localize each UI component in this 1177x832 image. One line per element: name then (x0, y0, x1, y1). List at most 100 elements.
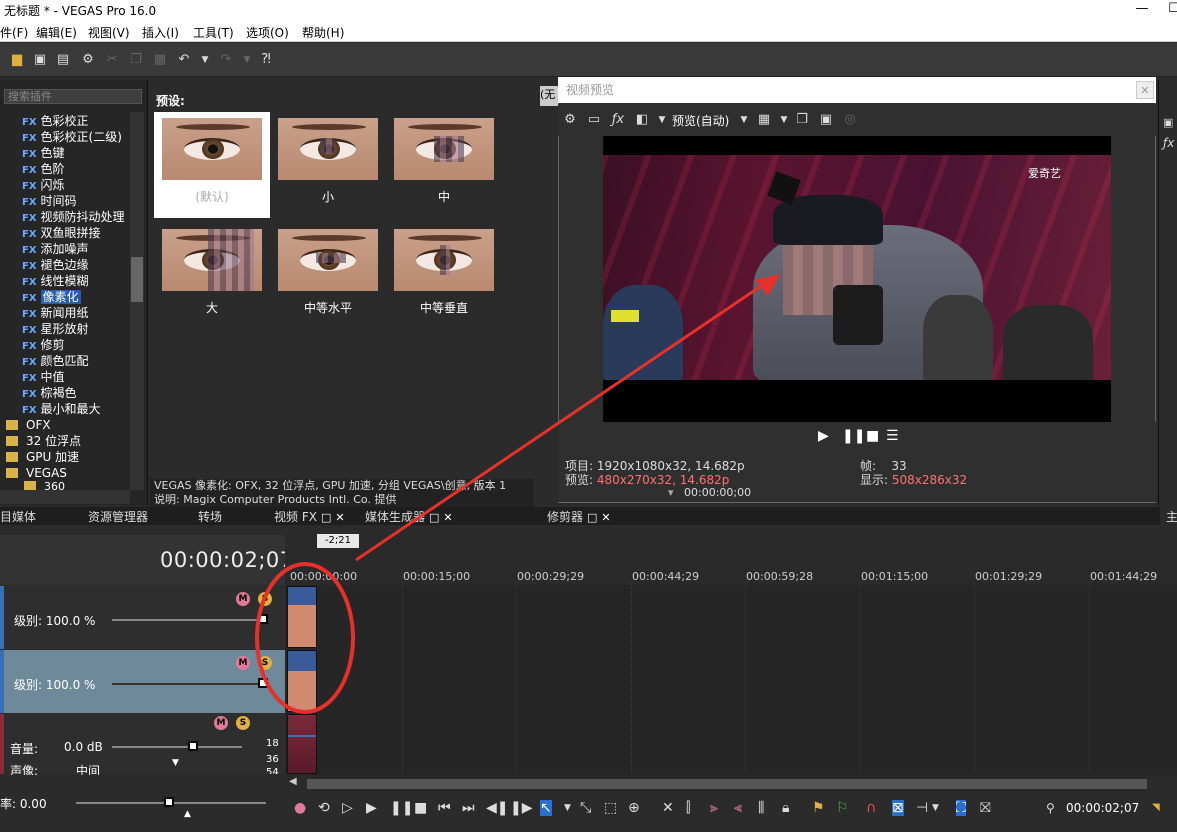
fx-item[interactable]: FX 修剪 (22, 337, 65, 353)
chevron-down-icon[interactable]: ▼ (736, 112, 752, 128)
chevron-down-icon[interactable]: ▼ (564, 800, 571, 816)
mute-icon[interactable]: M (236, 592, 250, 606)
cut-icon[interactable]: ✂ (104, 52, 120, 68)
tracks-area[interactable] (285, 585, 1177, 775)
undo-icon[interactable]: ↶ (176, 52, 192, 68)
play-icon[interactable]: ▶ (366, 800, 377, 816)
tab-master[interactable]: 主 (1166, 508, 1177, 525)
tab-explorer[interactable]: 资源管理器 (88, 508, 148, 525)
video-fx-icon[interactable]: ƒx (610, 112, 626, 128)
overlays-grid-icon[interactable]: ▦ (756, 112, 772, 128)
fx-item[interactable]: FX 双鱼眼拼接 (22, 225, 101, 241)
volume-slider-knob[interactable] (188, 741, 198, 751)
pause-icon[interactable]: ❚❚ (842, 428, 865, 444)
pan-slider-knob[interactable]: ▼ (172, 758, 179, 768)
mute-icon[interactable]: M (214, 716, 228, 730)
lock-icon[interactable]: 🔒︎ (782, 800, 789, 816)
preview-dock-tab[interactable]: (无 (540, 86, 560, 106)
fx-item-pixelate-selected[interactable]: FX 像素化 (22, 289, 81, 305)
audio-clip[interactable] (287, 714, 317, 774)
audio-track-header[interactable]: M S 音量: 0.0 dB 声像: 中间 ▼ 18 36 54 (0, 714, 285, 778)
tab-project-media[interactable]: 目媒体 (0, 508, 36, 525)
redo-dropdown-icon[interactable]: ▼ (239, 52, 255, 68)
save-icon[interactable]: ▣ (32, 52, 48, 68)
preset-default[interactable]: (默认) (154, 112, 270, 218)
fx-item[interactable]: FX 中值 (22, 369, 65, 385)
chevron-down-icon[interactable]: ▼ (932, 800, 939, 816)
level-slider[interactable] (112, 683, 262, 685)
menu-help[interactable]: 帮助(H) (302, 24, 344, 41)
undo-dropdown-icon[interactable]: ▼ (197, 52, 213, 68)
undock-icon[interactable]: □ (321, 511, 331, 524)
record-icon[interactable]: ● (294, 800, 306, 816)
play-from-start-icon[interactable]: ▷ (342, 800, 353, 816)
plugin-search-input[interactable]: 搜索插件 (4, 89, 142, 104)
redo-icon[interactable]: ↷ (218, 52, 234, 68)
close-icon[interactable]: ✕ (335, 511, 344, 524)
menu-file[interactable]: 件(F) (0, 24, 28, 41)
timeline-scroll-thumb[interactable] (307, 779, 1147, 789)
selection-tool-icon[interactable]: ⬚ (604, 800, 617, 816)
menu-insert[interactable]: 插入(I) (142, 24, 179, 41)
tab-video-fx[interactable]: 视频 FX □ ✕ (274, 508, 345, 525)
video-track-2-header[interactable]: M S 级别: 100.0 % (0, 650, 285, 713)
fx-item[interactable]: FX 闪烁 (22, 177, 65, 193)
mute-icon[interactable]: M (236, 656, 250, 670)
preset-large[interactable]: 大 (154, 223, 270, 329)
video-fx-icon[interactable]: ƒx (1163, 136, 1174, 150)
stop-icon[interactable]: ■ (866, 428, 879, 444)
preview-close-button[interactable]: ✕ (1136, 81, 1154, 99)
folder-vegas[interactable]: VEGAS (6, 465, 67, 481)
split-icon[interactable]: ⫼ (758, 800, 764, 816)
menu-icon[interactable]: ☰ (886, 428, 899, 444)
preview-quality-select[interactable]: 预览(自动) (672, 112, 729, 129)
zoom-tool-icon[interactable]: ⊕ (628, 800, 640, 816)
scroll-left-icon[interactable]: ◀ (289, 776, 297, 787)
fx-list-scroll-thumb[interactable] (131, 257, 143, 302)
fx-item[interactable]: FX 色键 (22, 145, 65, 161)
go-to-start-icon[interactable]: ⏮ (438, 800, 451, 816)
loop-icon[interactable]: ⟲ (318, 800, 330, 816)
fx-item[interactable]: FX 色彩校正(二级) (22, 129, 122, 145)
split-screen-icon[interactable]: ◧ (634, 112, 650, 128)
solo-icon[interactable]: S (236, 716, 250, 730)
panel-icon[interactable]: ▣ (1163, 116, 1173, 129)
delete-icon[interactable]: ✕ (662, 800, 674, 816)
save-snapshot-icon[interactable]: ▣ (818, 112, 834, 128)
stop-icon[interactable]: ■ (414, 800, 427, 816)
rate-slider-knob[interactable] (164, 797, 174, 807)
fx-item[interactable]: FX 色阶 (22, 161, 65, 177)
copy-icon[interactable]: ❐ (128, 52, 144, 68)
folder-gpu[interactable]: GPU 加速 (6, 449, 79, 465)
minimize-button[interactable]: — (1126, 0, 1158, 20)
prev-frame-icon[interactable]: ◀❚ (486, 800, 509, 816)
trim-end-icon[interactable]: ⫷ (734, 800, 742, 816)
timeline-hscrollbar[interactable]: ◀ (285, 775, 1177, 793)
copy-snapshot-icon[interactable]: ❐ (794, 112, 810, 128)
play-icon[interactable]: ▶ (818, 428, 829, 444)
open-folder-icon[interactable]: ▆ (9, 52, 25, 68)
maximize-button[interactable]: ☐ (1158, 0, 1177, 20)
preview-settings-icon[interactable]: ⚙ (562, 112, 578, 128)
menu-options[interactable]: 选项(O) (246, 24, 289, 41)
volume-slider[interactable] (112, 746, 242, 748)
help-pointer-icon[interactable]: ⁈ (258, 52, 274, 68)
normal-edit-tool-icon[interactable]: ↖ (540, 800, 552, 816)
fx-item[interactable]: FX 添加噪声 (22, 241, 89, 257)
fx-item[interactable]: FX 新闻用纸 (22, 305, 89, 321)
menu-tools[interactable]: 工具(T) (193, 24, 234, 41)
pause-icon[interactable]: ❚❚ (390, 800, 413, 816)
preset-medium[interactable]: 中 (386, 112, 502, 218)
marker-icon[interactable]: ⚑ (812, 800, 825, 816)
tab-transitions[interactable]: 转场 (198, 508, 222, 525)
video-track-1-header[interactable]: M S 级别: 100.0 % (0, 586, 285, 649)
fx-item[interactable]: FX 时间码 (22, 193, 77, 209)
fx-item[interactable]: FX 褪色边缘 (22, 257, 89, 273)
trim-icon[interactable]: ⫿ (686, 800, 690, 816)
envelope-tool-icon[interactable]: ⤡ (580, 800, 591, 816)
chevron-down-icon[interactable]: ▼ (776, 112, 792, 128)
next-frame-icon[interactable]: ❚▶ (510, 800, 533, 816)
region-icon[interactable]: ⚐ (836, 800, 849, 816)
lock-envelopes-icon[interactable]: ⛶ (956, 800, 966, 816)
level-slider[interactable] (112, 619, 262, 621)
